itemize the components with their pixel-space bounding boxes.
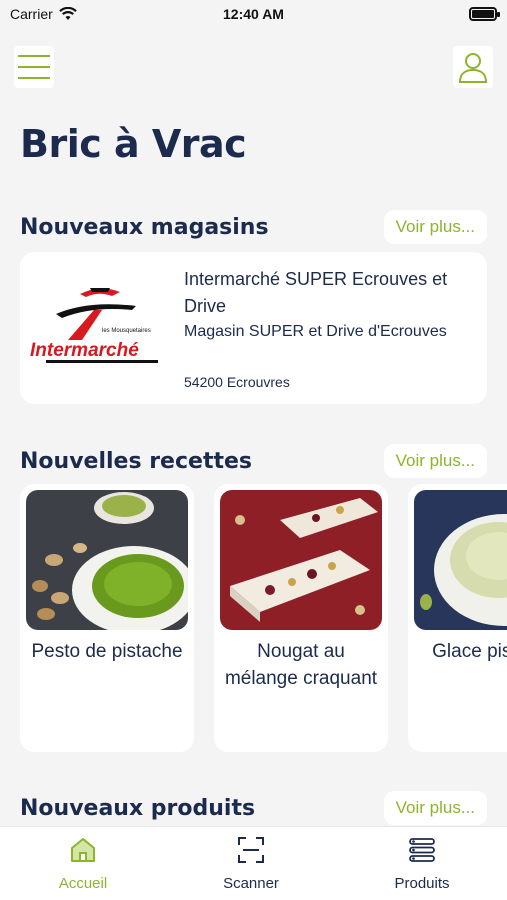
- stores-see-more-button[interactable]: Voir plus...: [383, 210, 487, 244]
- store-name: Intermarché SUPER Ecrouves et Drive: [184, 269, 448, 316]
- svg-text:les Mousquetaires: les Mousquetaires: [102, 328, 151, 334]
- store-city: 54200 Ecrouvres: [184, 374, 290, 390]
- section-title-stores: Nouveaux magasins: [20, 214, 269, 240]
- clock: 12:40 AM: [223, 6, 284, 22]
- section-title-recipes: Nouvelles recettes: [20, 448, 252, 474]
- svg-text:Intermarché: Intermarché: [30, 340, 139, 361]
- tab-produits[interactable]: Produits: [362, 835, 482, 892]
- store-card[interactable]: les Mousquetaires Intermarché Intermarch…: [20, 252, 487, 404]
- hamburger-icon: [18, 55, 50, 79]
- recipe-card[interactable]: Pesto de pistache: [20, 484, 194, 752]
- tab-bar: Accueil Scanner Produits: [0, 826, 507, 900]
- recipe-image-glace: [414, 490, 507, 630]
- tab-label: Accueil: [58, 875, 108, 892]
- recipes-carousel[interactable]: Pesto de pistache Nougat au mélange craq…: [20, 484, 507, 754]
- page-title: Bric à Vrac: [20, 122, 247, 166]
- recipe-title: Pesto de pistache: [31, 641, 183, 662]
- section-title-products: Nouveaux produits: [20, 795, 256, 821]
- products-see-more-button[interactable]: Voir plus...: [383, 791, 487, 825]
- store-description: Magasin SUPER et Drive d'Ecrouves: [184, 323, 447, 340]
- scanner-icon: [238, 837, 264, 863]
- profile-button[interactable]: [453, 46, 493, 88]
- recipe-title: Nougat au mélange craquant: [224, 641, 378, 689]
- tab-accueil[interactable]: Accueil: [23, 835, 143, 892]
- battery-icon: [469, 7, 500, 21]
- recipe-image-nougat: [220, 490, 382, 630]
- recipe-card[interactable]: Glace pistache: [408, 484, 507, 752]
- status-bar: Carrier 12:40 AM: [0, 0, 507, 30]
- recipe-title: Glace pistache: [432, 641, 507, 662]
- intermarche-logo: les Mousquetaires Intermarché: [28, 280, 168, 372]
- home-icon: [71, 838, 95, 862]
- tab-label: Produits: [394, 875, 450, 892]
- tab-label: Scanner: [223, 875, 279, 892]
- menu-button[interactable]: [14, 46, 54, 88]
- section-header-recipes: Nouvelles recettes Voir plus...: [20, 443, 487, 479]
- user-icon: [458, 53, 488, 83]
- section-header-stores: Nouveaux magasins Voir plus...: [20, 209, 487, 245]
- recipe-card[interactable]: Nougat au mélange craquant: [214, 484, 388, 752]
- recipes-see-more-button[interactable]: Voir plus...: [383, 444, 487, 478]
- list-icon: [409, 838, 435, 862]
- recipe-image-pesto: [26, 490, 188, 630]
- section-header-products: Nouveaux produits Voir plus...: [20, 790, 487, 826]
- tab-scanner[interactable]: Scanner: [191, 835, 311, 892]
